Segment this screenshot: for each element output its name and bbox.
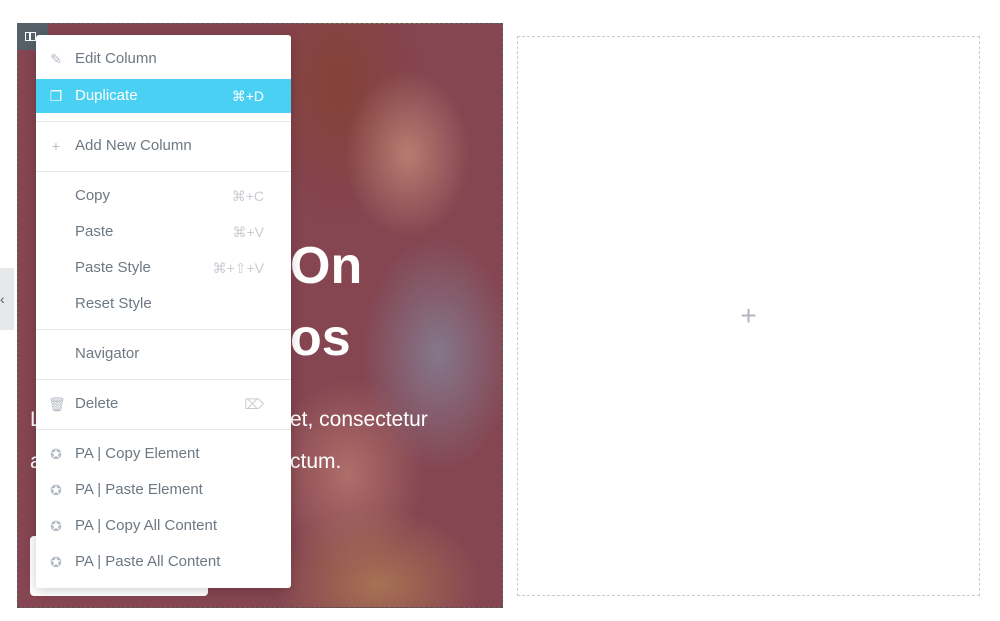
menu-item-label: Navigator: [75, 345, 140, 362]
menu-item-copy[interactable]: Copy ⌘+C: [36, 179, 291, 213]
menu-item-label: Paste Style: [75, 259, 151, 276]
menu-item-label: PA | Copy Element: [75, 445, 200, 462]
shortcut: ⌘+D: [231, 88, 264, 104]
menu-item-pa-paste-all-content[interactable]: ✪ PA | Paste All Content: [36, 545, 291, 579]
column-icon: [25, 32, 36, 41]
premium-addons-icon: ✪: [50, 518, 62, 534]
delete-key-icon: ⌦: [244, 396, 264, 412]
menu-item-paste[interactable]: Paste ⌘+V: [36, 215, 291, 249]
divider: [36, 171, 291, 172]
menu-item-reset-style[interactable]: Reset Style: [36, 287, 291, 321]
context-menu: ✎ Edit Column ❐ Duplicate ⌘+D + Add New Colu…: [36, 35, 291, 588]
plus-icon: +: [51, 138, 61, 154]
menu-item-delete[interactable]: 🗑 Delete ⌦: [36, 387, 291, 421]
heading-fragment: os: [290, 309, 351, 367]
shortcut: ⌘+V: [232, 224, 264, 240]
menu-item-label: PA | Copy All Content: [75, 517, 218, 534]
menu-item-paste-style[interactable]: Paste Style ⌘+⇧+V: [36, 251, 291, 285]
menu-item-label: Delete: [75, 395, 119, 412]
duplicate-icon: ❐: [49, 88, 63, 104]
divider: [36, 379, 291, 380]
menu-item-label: PA | Paste All Content: [75, 553, 221, 570]
divider: [36, 121, 291, 122]
menu-item-pa-copy-all-content[interactable]: ✪ PA | Copy All Content: [36, 509, 291, 543]
heading-fragment: On: [290, 237, 363, 295]
premium-addons-icon: ✪: [50, 554, 62, 570]
add-element-plus-icon[interactable]: +: [740, 300, 756, 332]
chevron-left-icon: ‹: [0, 291, 5, 307]
divider: [36, 429, 291, 430]
menu-item-label: Edit Column: [75, 50, 157, 67]
menu-item-edit-column[interactable]: ✎ Edit Column: [36, 42, 291, 76]
shortcut: ⌘+⇧+V: [212, 260, 264, 276]
premium-addons-icon: ✪: [50, 482, 62, 498]
menu-item-label: Add New Column: [75, 137, 192, 154]
menu-item-label: Copy: [75, 187, 111, 204]
divider: [36, 329, 291, 330]
menu-item-label: Reset Style: [75, 295, 152, 312]
pencil-icon: ✎: [50, 51, 62, 67]
menu-item-pa-paste-element[interactable]: ✪ PA | Paste Element: [36, 473, 291, 507]
menu-item-add-new-column[interactable]: + Add New Column: [36, 129, 291, 163]
trash-icon: 🗑: [48, 396, 66, 412]
menu-item-duplicate[interactable]: ❐ Duplicate ⌘+D: [36, 79, 291, 113]
premium-addons-icon: ✪: [50, 446, 62, 462]
menu-item-label: Paste: [75, 223, 114, 240]
menu-item-navigator[interactable]: Navigator: [36, 337, 291, 371]
menu-item-label: Duplicate: [75, 87, 138, 104]
menu-item-label: PA | Paste Element: [75, 481, 203, 498]
shortcut: ⌘+C: [231, 188, 264, 204]
paragraph-fragment: ctum.: [290, 450, 342, 473]
empty-column[interactable]: +: [517, 36, 980, 596]
menu-item-pa-copy-element[interactable]: ✪ PA | Copy Element: [36, 437, 291, 471]
paragraph-fragment: et, consectetur: [290, 408, 428, 431]
panel-toggle[interactable]: ‹: [0, 268, 14, 330]
